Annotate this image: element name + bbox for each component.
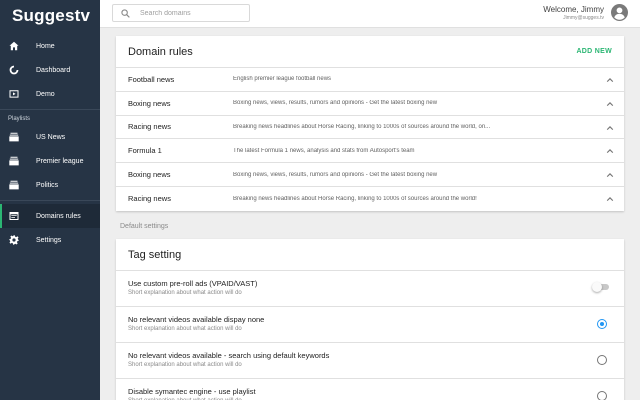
sidebar-item-label: US News	[36, 133, 66, 141]
sidebar-item-dashboard[interactable]: Dashboard	[0, 58, 100, 82]
rule-row[interactable]: Formula 1 The latest Formula 1 news, anal…	[116, 139, 624, 164]
card-header: Domain rules ADD NEW	[116, 36, 624, 68]
sidebar-item-premier-league[interactable]: Premier league	[0, 149, 100, 173]
sidebar-item-politics[interactable]: Politics	[0, 173, 100, 197]
home-icon	[9, 41, 19, 51]
avatar[interactable]	[611, 4, 628, 21]
sidebar-divider	[0, 200, 100, 201]
radio-button[interactable]	[597, 355, 607, 365]
search-box[interactable]	[112, 4, 250, 22]
tag-setting-card: Tag setting Use custom pre-roll ads (VPA…	[116, 239, 624, 400]
rule-name: Boxing news	[128, 170, 171, 180]
rule-row[interactable]: Football news English premier league foot…	[116, 68, 624, 92]
brand-logo[interactable]: Suggestv	[0, 0, 100, 34]
search-icon	[121, 8, 130, 18]
rule-row[interactable]: Boxing news Boxing news, views, results, …	[116, 92, 624, 116]
tag-setting-row: Disable symantec engine - use playlistSh…	[116, 379, 624, 400]
rule-row[interactable]: Racing news Breaking news headlines about…	[116, 187, 624, 211]
rule-description: English premier league football news	[233, 76, 332, 83]
sidebar-item-label: Premier league	[36, 157, 84, 165]
rule-name: Formula 1	[128, 146, 162, 156]
radio-button[interactable]	[597, 391, 607, 400]
sidebar-item-label: Settings	[36, 236, 62, 244]
chevron-up-icon[interactable]	[606, 100, 614, 108]
chevron-up-icon[interactable]	[606, 195, 614, 203]
sidebar-item-demo[interactable]: Demo	[0, 82, 100, 106]
search-input[interactable]	[140, 9, 240, 17]
default-settings-label: Default settings	[120, 223, 169, 230]
tag-setting-row: Use custom pre-roll ads (VPAID/VAST) Shor…	[116, 271, 624, 307]
rules-icon	[9, 211, 19, 221]
welcome-text: Welcome, Jimmy	[543, 5, 604, 14]
setting-subtitle: Short explanation about what action will…	[128, 290, 242, 296]
rules-list: Football news English premier league foot…	[116, 68, 624, 211]
rule-row[interactable]: Racing news Breaking news headlines about…	[116, 116, 624, 140]
sidebar: Suggestv Home Dashboard Demo Playlists U…	[0, 0, 100, 400]
setting-subtitle: Short explanation about what action will…	[128, 326, 242, 332]
setting-title: No relevant videos available - search us…	[128, 351, 330, 360]
user-info: Welcome, Jimmy Jimmy@sugges.tv	[543, 5, 604, 21]
sidebar-item-us-news[interactable]: US News	[0, 125, 100, 149]
tag-settings-list: Use custom pre-roll ads (VPAID/VAST) Shor…	[116, 271, 624, 400]
tag-setting-row: No relevant videos available dispay none…	[116, 307, 624, 343]
tag-setting-row: No relevant videos available - search us…	[116, 343, 624, 379]
card-title: Domain rules	[128, 45, 193, 58]
stack-icon	[9, 132, 19, 142]
setting-title: Disable symantec engine - use playlist	[128, 387, 256, 396]
card-header: Tag setting	[116, 239, 624, 271]
rule-row[interactable]: Boxing news Boxing news, views, results, …	[116, 163, 624, 187]
rule-description: Boxing news, views, results, rumors and …	[233, 100, 438, 107]
rule-name: Racing news	[128, 194, 171, 204]
sidebar-divider	[0, 109, 100, 110]
stack-icon	[9, 156, 19, 166]
rule-description: Breaking news headlines about Horse Raci…	[233, 195, 477, 202]
rule-name: Football news	[128, 74, 175, 84]
rule-name: Boxing news	[128, 98, 171, 108]
sidebar-item-settings[interactable]: Settings	[0, 228, 100, 252]
rule-description: The latest Formula 1 news, analysis and …	[233, 147, 415, 154]
setting-subtitle: Short explanation about what action will…	[128, 362, 242, 368]
circle-icon	[9, 65, 19, 75]
toggle-thumb	[592, 282, 602, 292]
chevron-up-icon[interactable]	[606, 147, 614, 155]
rule-description: Boxing news, views, results, rumors and …	[233, 171, 438, 178]
domain-rules-card: Domain rules ADD NEW Football news Englis…	[116, 36, 624, 211]
play-screen-icon	[9, 89, 19, 99]
sidebar-item-label: Politics	[36, 181, 59, 189]
sidebar-item-label: Demo	[36, 90, 55, 98]
gear-icon	[9, 235, 19, 245]
setting-title: Use custom pre-roll ads (VPAID/VAST)	[128, 279, 258, 288]
stack-icon	[9, 180, 19, 190]
section-label-playlists: Playlists	[8, 116, 31, 122]
setting-title: No relevant videos available dispay none	[128, 315, 265, 324]
top-bar: Welcome, Jimmy Jimmy@sugges.tv	[100, 0, 640, 28]
chevron-up-icon[interactable]	[606, 171, 614, 179]
sidebar-item-label: Home	[36, 42, 55, 50]
sidebar-item-home[interactable]: Home	[0, 34, 100, 58]
sidebar-item-label: Domains rules	[36, 212, 81, 220]
sidebar-item-domains-rules[interactable]: Domains rules	[0, 204, 100, 228]
chevron-up-icon[interactable]	[606, 76, 614, 84]
card-title: Tag setting	[128, 248, 182, 261]
sidebar-item-label: Dashboard	[36, 66, 71, 74]
chevron-up-icon[interactable]	[606, 124, 614, 132]
toggle-switch[interactable]	[592, 282, 610, 292]
user-email: Jimmy@sugges.tv	[563, 15, 604, 21]
add-new-button[interactable]: ADD NEW	[576, 48, 612, 55]
radio-button[interactable]	[597, 319, 607, 329]
rule-name: Racing news	[128, 122, 171, 132]
rule-description: Breaking news headlines about Horse Raci…	[233, 123, 491, 130]
